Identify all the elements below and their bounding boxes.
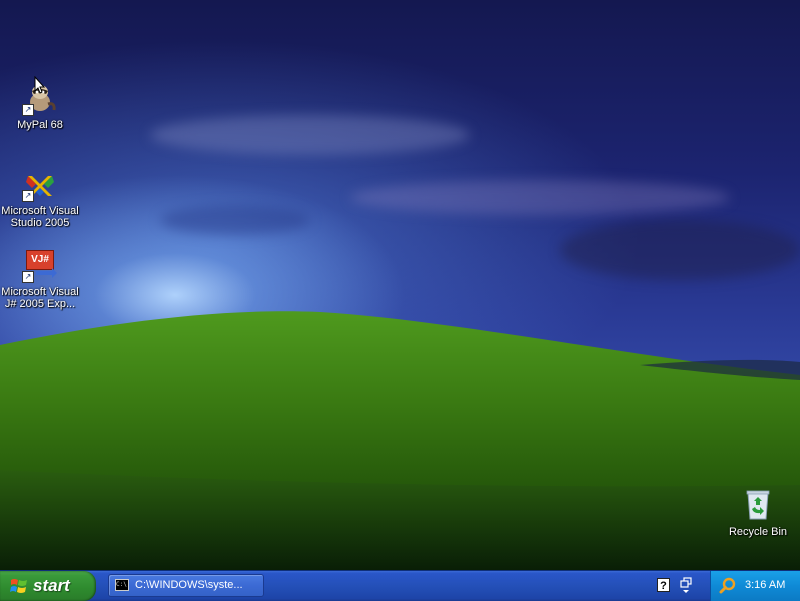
taskbar-item-label: C:\WINDOWS\syste... (135, 579, 243, 591)
command-prompt-icon: C:\ (115, 579, 129, 591)
mouse-cursor-icon (34, 76, 46, 94)
desktop-icon-recycle-bin[interactable]: Recycle Bin (718, 487, 798, 538)
clock[interactable]: 3:16 AM (745, 579, 785, 591)
visual-studio-icon: ↗ (22, 166, 58, 202)
desktop[interactable]: ↗ MyPal 68 ↗ Microsoft Visual Studio 200… (0, 0, 800, 570)
windows-logo-icon (10, 579, 27, 593)
shortcut-arrow-icon: ↗ (22, 271, 34, 283)
taskbar-item-command-prompt[interactable]: C:\ C:\WINDOWS\syste... (108, 574, 264, 597)
wallpaper-hills (0, 311, 800, 570)
taskbar: start C:\ C:\WINDOWS\syste... ? 3:16 AM (0, 570, 800, 601)
shortcut-arrow-icon: ↗ (22, 104, 34, 116)
start-button[interactable]: start (0, 571, 96, 601)
desktop-icon-label: Microsoft Visual Studio 2005 (1, 205, 79, 229)
desktop-icon-visual-studio[interactable]: ↗ Microsoft Visual Studio 2005 (0, 166, 80, 229)
desktop-icon-label: Microsoft Visual J# 2005 Exp... (1, 286, 79, 310)
desktop-icon-label: Recycle Bin (728, 526, 788, 538)
recycle-bin-icon (740, 487, 776, 523)
visual-jsharp-icon: VJ# ↗ (22, 247, 58, 283)
help-icon[interactable]: ? (657, 578, 670, 592)
restore-windows-icon[interactable] (680, 576, 692, 594)
desktop-icon-label: MyPal 68 (17, 119, 63, 131)
start-label: start (33, 576, 70, 595)
shortcut-arrow-icon: ↗ (22, 190, 34, 202)
search-icon[interactable] (719, 577, 737, 595)
system-tray: 3:16 AM (710, 571, 800, 601)
desktop-icon-visual-jsharp[interactable]: VJ# ↗ Microsoft Visual J# 2005 Exp... (0, 247, 80, 310)
